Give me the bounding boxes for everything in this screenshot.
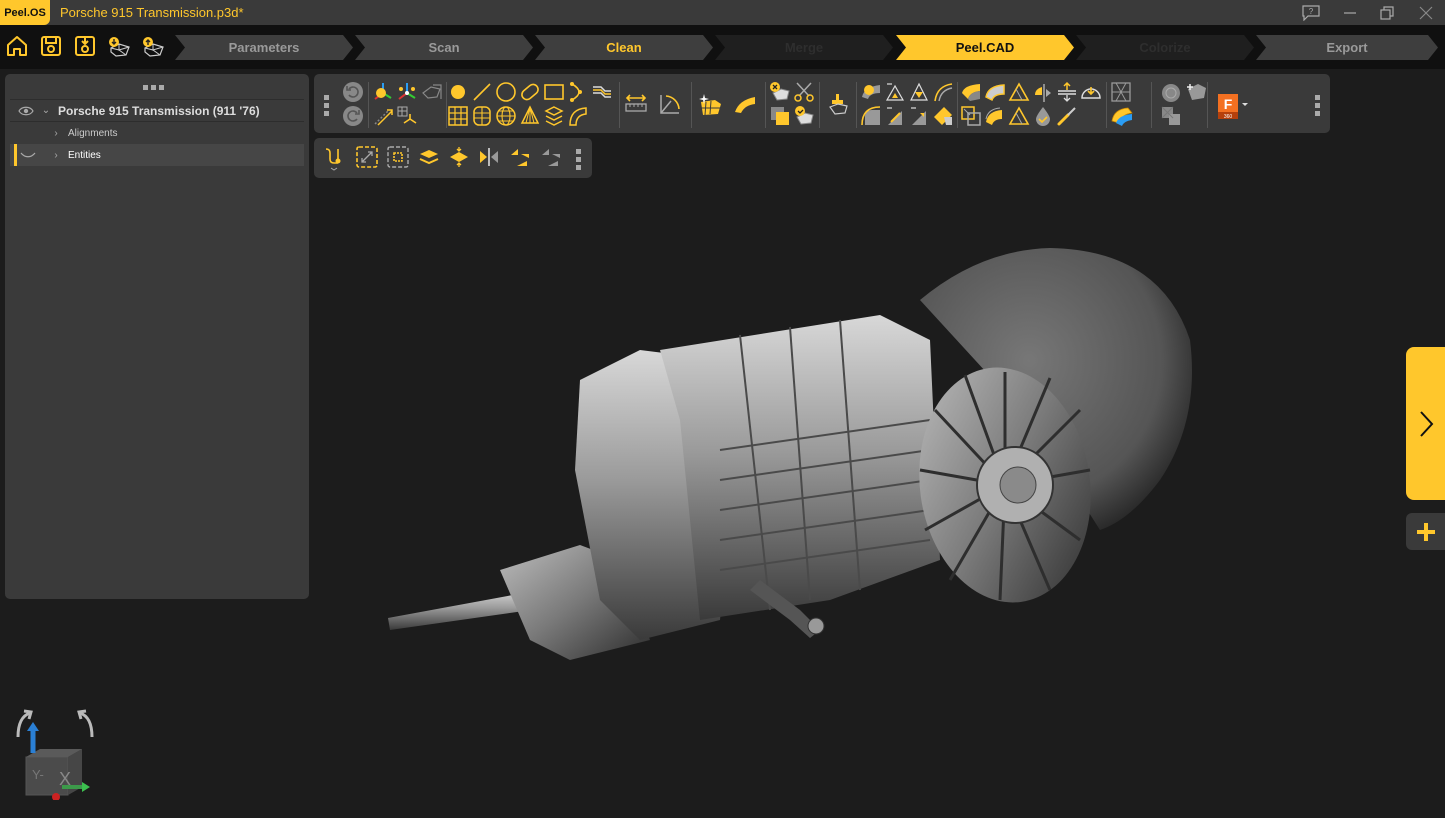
document-title: Porsche 915 Transmission.p3d* [60,5,244,20]
viewcube-face-left: Y- [32,767,44,782]
tree-item-entities[interactable]: › Entities [10,144,304,166]
chevron-right-icon [1419,410,1433,437]
save-as-button[interactable] [73,34,99,60]
chevron-right-icon[interactable]: › [50,128,62,139]
tree-item-label: Entities [68,149,101,161]
view-cube[interactable]: Y- X [12,705,102,801]
title-bar: Peel.OS Porsche 915 Transmission.p3d* ? [0,0,1445,25]
help-feedback-button[interactable]: ? [1301,3,1321,23]
selection-marker [14,144,17,166]
right-panel-toggle[interactable] [1406,347,1445,500]
scene-tree-panel: ⌄ Porsche 915 Transmission (911 '76) › A… [5,74,309,599]
restore-button[interactable] [1377,3,1397,23]
close-button[interactable] [1416,3,1436,23]
eye-icon[interactable] [18,106,34,116]
step-colorize[interactable]: Colorize [1076,35,1254,60]
restore-icon [1380,6,1394,20]
app-brand[interactable]: Peel.OS [0,0,50,25]
rotate-right-icon[interactable] [77,709,94,738]
export-mesh-button[interactable] [140,34,166,60]
home-button[interactable] [5,34,31,60]
mesh-import-icon [109,37,130,57]
step-clean[interactable]: Clean [535,35,713,60]
panel-drag-handle[interactable] [143,85,164,90]
save-icon [41,36,61,56]
tree-root-item[interactable]: ⌄ Porsche 915 Transmission (911 '76) [10,99,304,122]
chevron-down-icon[interactable]: ⌄ [40,105,52,116]
step-merge[interactable]: Merge [715,35,893,60]
svg-text:?: ? [1309,7,1314,16]
import-mesh-button[interactable] [106,34,132,60]
close-icon [1419,6,1433,20]
tree-item-label: Alignments [68,127,118,139]
step-export[interactable]: Export [1256,35,1438,60]
help-bubble-icon: ? [1302,5,1320,21]
minimize-icon [1344,12,1356,14]
eye-hidden-icon[interactable] [20,150,36,160]
step-peel-cad[interactable]: Peel.CAD [896,35,1074,60]
workflow-bar: Parameters Scan Clean Merge Peel.CAD Col… [0,25,1445,69]
home-icon [7,36,27,56]
tree-root-label: Porsche 915 Transmission (911 '76) [58,103,260,118]
add-button[interactable] [1406,513,1445,550]
save-download-icon [75,36,95,56]
rotate-left-icon[interactable] [16,709,33,738]
plus-icon [1416,522,1435,541]
chevron-right-icon[interactable]: › [50,150,62,161]
3d-viewport[interactable] [310,69,1445,813]
step-parameters[interactable]: Parameters [175,35,353,60]
step-scan[interactable]: Scan [355,35,533,60]
minimize-button[interactable] [1340,3,1360,23]
transmission-model[interactable] [310,69,1445,813]
tree-item-alignments[interactable]: › Alignments [10,122,304,144]
mesh-export-icon [143,37,164,57]
save-button[interactable] [39,34,65,60]
